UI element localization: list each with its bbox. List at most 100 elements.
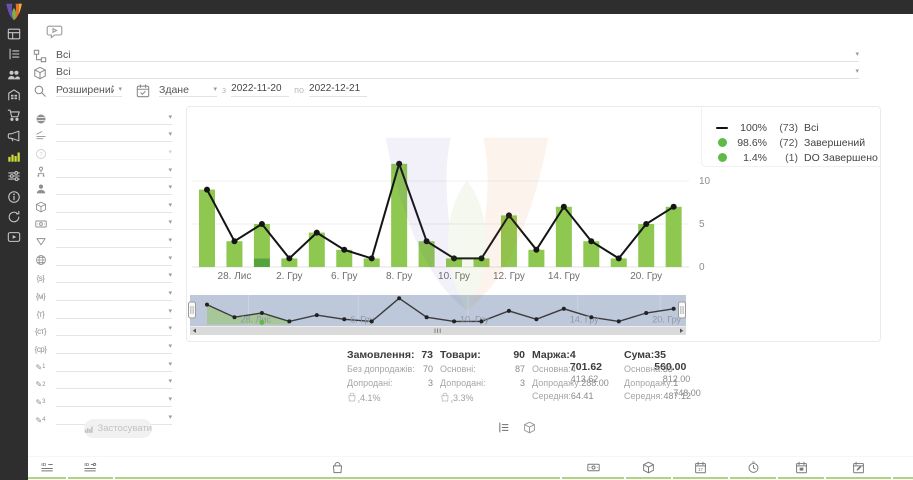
svg-text:0: 0 (699, 262, 705, 273)
table-header-cell-7[interactable] (778, 457, 824, 479)
apply-button-label: Застосувати (98, 423, 152, 434)
filter-select-5[interactable]: ▾ (56, 199, 172, 213)
svg-text:?: ? (39, 152, 43, 158)
bar-do-completed[interactable] (254, 258, 270, 267)
line-point[interactable] (341, 247, 347, 253)
table-header-cell-4[interactable] (626, 457, 671, 479)
sidebar-item-orders[interactable] (0, 44, 28, 64)
region-icon (33, 113, 48, 125)
line-point[interactable] (396, 161, 402, 167)
line-point[interactable] (259, 221, 265, 227)
stat-title: Маржа:4 701.62 (532, 349, 591, 364)
app-logo[interactable] (3, 1, 25, 23)
filter-row-5: ▾ (33, 195, 172, 213)
bar-completed[interactable] (666, 207, 682, 267)
sidebar-item-marketing[interactable] (0, 125, 28, 145)
sidebar-item-cart[interactable] (0, 105, 28, 125)
filter-row-2: ? ▾ (33, 142, 172, 160)
products-select[interactable]: Всі ▾ (56, 63, 859, 79)
legend-item-1[interactable]: 98.6% (72) Завершений (702, 135, 880, 150)
line-point[interactable] (506, 212, 512, 218)
stat-title: Сума:35 560.00 (624, 349, 691, 364)
calendar-edit-icon (852, 461, 865, 474)
filter-statuses-row: Всі ▾ (33, 46, 859, 62)
svg-text:20. Гру: 20. Гру (630, 271, 662, 282)
total-line (207, 164, 674, 259)
navigator-handle-left[interactable] (189, 302, 196, 318)
table-header-cell-0[interactable]: ID (28, 457, 66, 479)
stat-column-2: Маржа:4 701.62Основна:4 413.62Допродажу:… (532, 349, 591, 405)
navigator-handle-right[interactable] (679, 302, 686, 318)
stat-row: Допродажу:1 748.00 (624, 378, 691, 392)
calendar-check-icon (136, 84, 150, 98)
stat-row: Без допродажів:70 (347, 364, 433, 378)
bar-completed[interactable] (226, 241, 242, 267)
table-header-cell-1[interactable]: ID (68, 457, 113, 479)
line-point[interactable] (643, 221, 649, 227)
filter-select-3[interactable]: ▾ (56, 164, 172, 178)
apply-button[interactable]: Застосувати (84, 419, 152, 438)
line-point[interactable] (314, 230, 320, 236)
search-mode-select[interactable]: Розширений ▾ (56, 81, 122, 97)
table-header-cell-5[interactable]: 17 (673, 457, 728, 479)
filter-search-row: Розширений ▾ Здане ▾ з по (33, 81, 367, 97)
integrations-icon (7, 210, 21, 224)
sidebar-item-analytics[interactable] (0, 146, 28, 166)
sidebar-item-video[interactable] (0, 227, 28, 247)
table-header-cell-6[interactable] (730, 457, 776, 479)
sidebar-item-integrations[interactable] (0, 207, 28, 227)
filter-select-8[interactable]: ▾ (56, 252, 172, 266)
line-point[interactable] (424, 238, 430, 244)
line-point[interactable] (671, 204, 677, 210)
bag-icon: x (347, 392, 357, 404)
filter-row-11: {т} ▾ (33, 301, 172, 319)
sidebar-item-settings[interactable] (0, 166, 28, 186)
table-header-cell-3[interactable] (562, 457, 624, 479)
products-view-button[interactable] (523, 421, 538, 436)
line-point[interactable] (616, 255, 622, 261)
filter-select-11[interactable]: ▾ (56, 305, 172, 319)
search-icon (33, 84, 47, 98)
line-point[interactable] (479, 255, 485, 261)
table-header-cell-9[interactable] (893, 457, 913, 479)
filter-select-10[interactable]: ▾ (56, 287, 172, 301)
filter-select-6[interactable]: ▾ (56, 216, 172, 230)
line-point[interactable] (561, 204, 567, 210)
line-point[interactable] (451, 255, 457, 261)
list-view-button[interactable] (497, 421, 512, 436)
filter-select-7[interactable]: ▾ (56, 234, 172, 248)
sidebar-item-dashboard[interactable] (0, 24, 28, 44)
filter-select-0[interactable]: ▾ (56, 111, 172, 125)
filter-select-9[interactable]: ▾ (56, 269, 172, 283)
line-point[interactable] (588, 238, 594, 244)
svg-text:28. Лис: 28. Лис (218, 271, 252, 282)
video-help-button[interactable] (46, 25, 63, 40)
filter-select-1[interactable]: ▾ (56, 128, 172, 142)
table-header-cell-2[interactable] (115, 457, 560, 479)
sitemap-icon (33, 166, 48, 178)
sidebar-item-info[interactable] (0, 186, 28, 206)
filter-select-2: ▾ (56, 146, 172, 160)
stat-column-1: Товари:90Основні:87Допродані:3x3.3% (440, 349, 525, 405)
filter-select-12[interactable]: ▾ (56, 322, 172, 336)
statuses-select[interactable]: Всі ▾ (56, 46, 859, 62)
filter-select-4[interactable]: ▾ (56, 181, 172, 195)
date-type-select[interactable]: Здане ▾ (159, 81, 217, 97)
svg-text:6. Гру: 6. Гру (331, 271, 357, 282)
table-header-cell-8[interactable] (826, 457, 891, 479)
date-from-input[interactable] (231, 83, 289, 97)
line-point[interactable] (369, 255, 375, 261)
sidebar-item-warehouse[interactable] (0, 85, 28, 105)
filter-products-row: Всі ▾ (33, 63, 859, 79)
date-to-input[interactable] (309, 83, 367, 97)
legend-item-2[interactable]: 1.4% (1) DO Завершено (702, 150, 880, 165)
line-point[interactable] (286, 255, 292, 261)
bar-completed[interactable] (254, 224, 270, 258)
legend-pct: 1.4% (733, 152, 767, 164)
legend-item-0[interactable]: 100% (73) Всі (702, 120, 880, 135)
svg-text:5: 5 (699, 219, 705, 230)
line-point[interactable] (533, 247, 539, 253)
line-point[interactable] (231, 238, 237, 244)
line-point[interactable] (204, 187, 210, 193)
sidebar-item-customers[interactable] (0, 65, 28, 85)
